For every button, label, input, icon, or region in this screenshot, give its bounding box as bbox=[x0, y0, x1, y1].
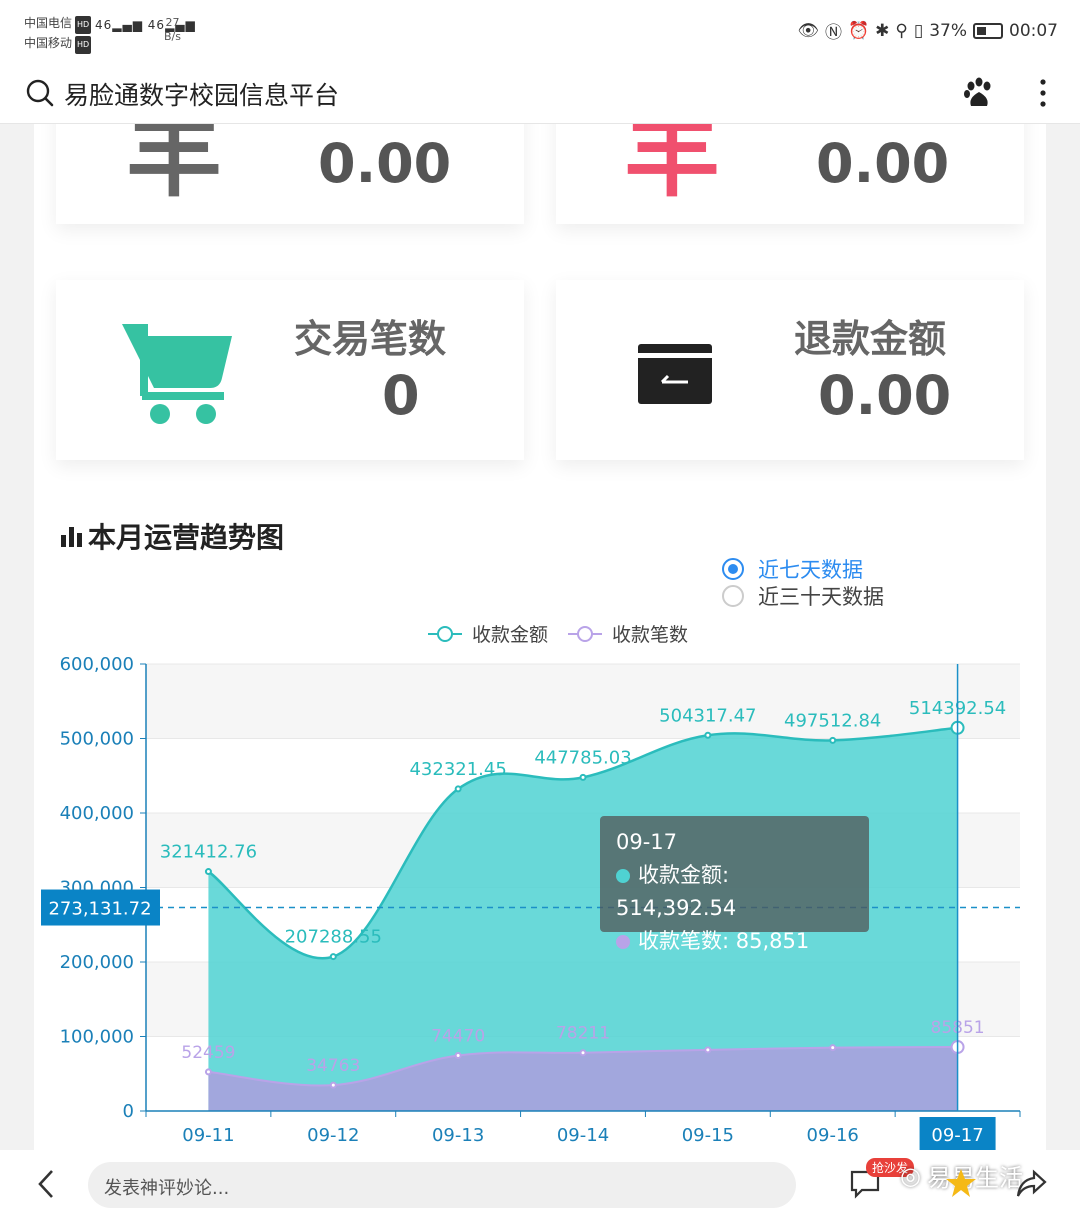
tooltip-dot-amount bbox=[616, 869, 630, 883]
star-icon[interactable] bbox=[944, 1166, 978, 1200]
data-point-count bbox=[329, 1081, 337, 1089]
x-tick-label: 09-15 bbox=[682, 1125, 734, 1146]
data-label-amount: 432321.45 bbox=[409, 759, 506, 780]
y-tick-label: 500,000 bbox=[60, 729, 134, 750]
share-icon[interactable] bbox=[1014, 1166, 1048, 1200]
bottom-bar: 发表神评妙论... 抢沙发 ◎ 易易生活 bbox=[0, 1150, 1080, 1217]
back-arrow-icon[interactable] bbox=[34, 1168, 58, 1200]
crosshair-label: 273,131.72 bbox=[48, 899, 151, 920]
x-tick-label: 09-14 bbox=[557, 1125, 609, 1146]
tooltip-amount-text: 收款金额: 514,392.54 bbox=[616, 863, 737, 920]
data-label-amount: 321412.76 bbox=[160, 842, 257, 863]
x-tick-label-highlight: 09-17 bbox=[931, 1125, 983, 1146]
data-label-amount: 207288.55 bbox=[285, 927, 382, 948]
data-label-count: 52459 bbox=[181, 1043, 235, 1063]
data-label-count: 78211 bbox=[556, 1024, 610, 1044]
tooltip-title: 09-17 bbox=[616, 830, 678, 854]
tooltip-row-count: 收款笔数: 85,851 bbox=[616, 925, 853, 958]
y-tick-label: 600,000 bbox=[60, 654, 134, 675]
data-label-amount: 504317.47 bbox=[659, 705, 756, 726]
x-tick-label: 09-16 bbox=[807, 1125, 859, 1146]
wechat-icon: ◎ bbox=[900, 1161, 921, 1190]
data-label-count: 74470 bbox=[431, 1027, 485, 1047]
x-tick-label: 09-13 bbox=[432, 1125, 484, 1146]
data-label-count: 34763 bbox=[306, 1056, 360, 1076]
comment-input[interactable]: 发表神评妙论... bbox=[88, 1162, 796, 1208]
data-point-amount bbox=[704, 731, 712, 739]
data-label-amount: 447785.03 bbox=[534, 747, 631, 768]
legend-marker bbox=[437, 626, 453, 642]
data-point-amount bbox=[829, 736, 837, 744]
legend-label: 收款笔数 bbox=[612, 624, 688, 646]
x-tick-label: 09-11 bbox=[182, 1125, 234, 1146]
tooltip-row-amount: 收款金额: 514,392.54 bbox=[616, 859, 853, 925]
data-point-amount bbox=[579, 773, 587, 781]
data-point-count bbox=[204, 1068, 212, 1076]
data-point-count bbox=[454, 1052, 462, 1060]
y-tick-label: 0 bbox=[123, 1101, 134, 1122]
y-tick-label: 400,000 bbox=[60, 803, 134, 824]
tooltip-dot-count bbox=[616, 935, 630, 949]
data-point-count bbox=[704, 1046, 712, 1054]
data-point-amount bbox=[454, 785, 462, 793]
data-point-count bbox=[579, 1049, 587, 1057]
chart-tooltip: 09-17 收款金额: 514,392.54 收款笔数: 85,851 bbox=[600, 816, 869, 953]
trend-chart[interactable]: 321412.76 207288.55 432321.45 447785.03 5043… bbox=[0, 0, 1080, 1150]
legend-label: 收款金额 bbox=[472, 624, 548, 646]
y-tick-label: 200,000 bbox=[60, 952, 134, 973]
legend-marker bbox=[577, 626, 593, 642]
tooltip-count-text: 收款笔数: 85,851 bbox=[638, 929, 810, 953]
data-label-amount: 497512.84 bbox=[784, 710, 881, 731]
grid-band bbox=[146, 664, 1020, 739]
data-point-amount bbox=[204, 868, 212, 876]
y-tick-label: 100,000 bbox=[60, 1027, 134, 1048]
data-point-count bbox=[829, 1044, 837, 1052]
x-tick-label: 09-12 bbox=[307, 1125, 359, 1146]
data-point-amount bbox=[329, 953, 337, 961]
